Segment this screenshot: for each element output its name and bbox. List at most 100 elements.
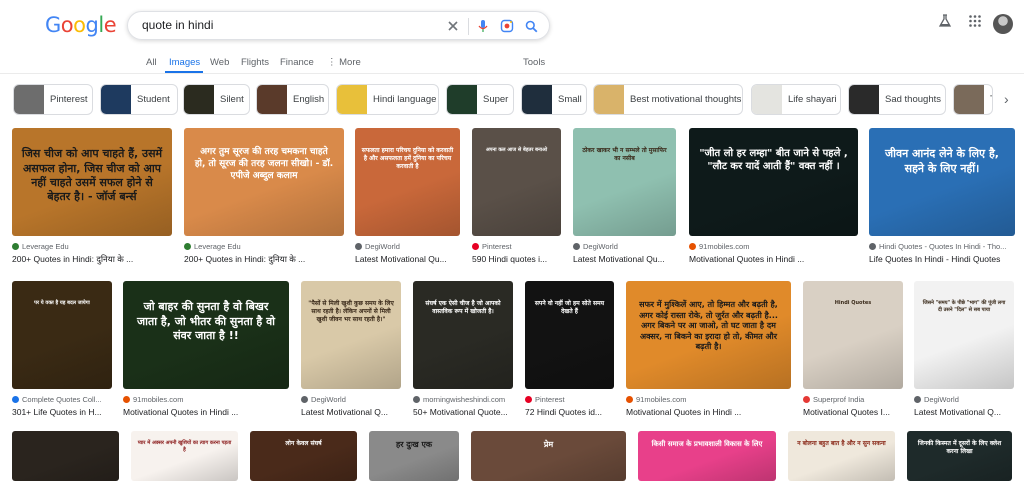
filter-chip[interactable]: Best motivational thoughts bbox=[593, 84, 743, 115]
result-source[interactable]: Superprof India bbox=[803, 395, 903, 404]
result-title[interactable]: 301+ Life Quotes in H... bbox=[12, 407, 112, 417]
image-result[interactable]: सपने वो नहीं जो हम सोते समय देखते हैं bbox=[525, 281, 614, 389]
filter-chip[interactable]: Sad thoughts bbox=[848, 84, 946, 115]
result-title[interactable]: Latest Motivational Q... bbox=[301, 407, 401, 417]
result-source[interactable]: Pinterest bbox=[472, 242, 561, 251]
logo-letter: g bbox=[85, 13, 99, 37]
result-source[interactable]: DegiWorld bbox=[355, 242, 460, 251]
image-result[interactable]: न बोलना बहुत बात है और न सुन सकना bbox=[788, 431, 895, 481]
site-favicon-icon bbox=[123, 396, 130, 403]
google-logo[interactable]: Google bbox=[45, 13, 117, 37]
site-favicon-icon bbox=[914, 396, 921, 403]
image-result[interactable]: सफलता हमारा परिचय दुनिया को करवाती है और… bbox=[355, 128, 460, 236]
chip-label: English bbox=[293, 94, 325, 105]
result-source[interactable]: Hindi Quotes - Quotes In Hindi - Tho... bbox=[869, 242, 1015, 251]
result-source[interactable]: 91mobiles.com bbox=[123, 395, 289, 404]
image-result[interactable]: अगर तुम सूरज की तरह चमकना चाहते हो, तो स… bbox=[184, 128, 344, 236]
result-title[interactable]: Life Quotes In Hindi - Hindi Quotes bbox=[869, 254, 1015, 264]
image-result[interactable]: जिसने "समय" के पीछे "भाग" की पूंजी लगा द… bbox=[914, 281, 1014, 389]
image-result[interactable]: जो बाहर की सुनता है वो बिखर जाता है, जो … bbox=[123, 281, 289, 389]
search-input[interactable]: quote in hindi bbox=[142, 18, 213, 32]
result-title[interactable]: Motivational Quotes I... bbox=[803, 407, 903, 417]
site-favicon-icon bbox=[803, 396, 810, 403]
result-title[interactable]: 50+ Motivational Quote... bbox=[413, 407, 513, 417]
microphone-icon[interactable] bbox=[474, 17, 492, 35]
filter-chip[interactable]: Student bbox=[100, 84, 178, 115]
result-source[interactable]: 91mobiles.com bbox=[626, 395, 791, 404]
clear-icon[interactable] bbox=[444, 17, 462, 35]
account-avatar[interactable] bbox=[993, 14, 1013, 34]
source-name: Superprof India bbox=[813, 395, 865, 404]
search-icon[interactable] bbox=[522, 17, 540, 35]
tab-images[interactable]: Images bbox=[169, 57, 200, 68]
result-title[interactable]: Latest Motivational Qu... bbox=[355, 254, 460, 264]
result-source[interactable]: DegiWorld bbox=[914, 395, 1014, 404]
tab-flights[interactable]: Flights bbox=[241, 57, 269, 68]
image-result[interactable]: हर दुःख एक bbox=[369, 431, 459, 481]
filter-chip[interactable]: Pinterest bbox=[13, 84, 93, 115]
result-title[interactable]: Motivational Quotes in Hindi ... bbox=[689, 254, 858, 264]
lens-icon[interactable] bbox=[498, 17, 516, 35]
image-result[interactable]: "पैसों से मिली खुशी कुछ समय के लिए साथ र… bbox=[301, 281, 401, 389]
result-title[interactable]: Motivational Quotes in Hindi ... bbox=[123, 407, 289, 417]
result-source[interactable]: morningwisheshindi.com bbox=[413, 395, 513, 404]
image-result[interactable]: किसी समाज के प्रभावशाली विकास के लिए bbox=[638, 431, 776, 481]
image-result[interactable]: Hindi Quotes bbox=[803, 281, 903, 389]
image-result[interactable]: अपना कल आज से बेहतर बनाओ bbox=[472, 128, 561, 236]
site-favicon-icon bbox=[525, 396, 532, 403]
tab-all[interactable]: All bbox=[146, 57, 157, 68]
tab-web[interactable]: Web bbox=[210, 57, 229, 68]
image-result[interactable] bbox=[12, 431, 119, 481]
chevron-right-icon[interactable]: › bbox=[1004, 91, 1022, 109]
image-result[interactable]: जीवन आनंद लेने के लिए है, सहने के लिए नह… bbox=[869, 128, 1015, 236]
filter-chip[interactable]: Silent bbox=[183, 84, 250, 115]
image-quote-text: सफलता हमारा परिचय दुनिया को करवाती है और… bbox=[361, 147, 454, 171]
result-source[interactable]: Complete Quotes Coll... bbox=[12, 395, 112, 404]
image-result[interactable]: लोग केवल संघर्ष bbox=[250, 431, 357, 481]
image-quote-text: न बोलना बहुत बात है और न सुन सकना bbox=[797, 440, 886, 447]
result-title[interactable]: Latest Motivational Q... bbox=[914, 407, 1014, 417]
result-title[interactable]: 72 Hindi Quotes id... bbox=[525, 407, 614, 417]
top-bar: Google quote in hindi bbox=[0, 0, 1024, 52]
filter-chip[interactable]: Super bbox=[446, 84, 514, 115]
image-result[interactable]: सफर में मुश्किलें आए, तो हिम्मत और बढ़ती… bbox=[626, 281, 791, 389]
tab-more[interactable]: ⋮ More bbox=[327, 57, 361, 68]
result-title[interactable]: Motivational Quotes in Hindi ... bbox=[626, 407, 791, 417]
image-quote-text: हर दुःख एक bbox=[395, 440, 433, 449]
filter-chip[interactable]: Life shayari bbox=[751, 84, 841, 115]
image-result[interactable]: पर ये वक्त है यह बदल जायेगा bbox=[12, 281, 112, 389]
result-source[interactable]: Pinterest bbox=[525, 395, 614, 404]
tools-button[interactable]: Tools bbox=[523, 57, 545, 68]
filter-chip[interactable]: Tru bbox=[953, 84, 993, 115]
result-title[interactable]: Latest Motivational Qu... bbox=[573, 254, 676, 264]
result-title[interactable]: 590 Hindi quotes i... bbox=[472, 254, 561, 264]
image-result[interactable]: जिस चीज को आप चाहते हैं, उसमें असफल होना… bbox=[12, 128, 172, 236]
image-result[interactable]: ठोकर खाकर भी न सम्भले तो मुसाफिर का नसीब bbox=[573, 128, 676, 236]
chip-thumbnail bbox=[101, 85, 131, 114]
site-favicon-icon bbox=[12, 396, 19, 403]
filter-chip[interactable]: Hindi language bbox=[336, 84, 439, 115]
result-source[interactable]: DegiWorld bbox=[573, 242, 676, 251]
search-box[interactable]: quote in hindi bbox=[127, 11, 550, 40]
apps-grid-icon[interactable] bbox=[968, 14, 982, 33]
chip-label: Pinterest bbox=[50, 94, 88, 105]
image-result[interactable]: प्यार में अक्सर अपनी खुशियों का त्याग कर… bbox=[131, 431, 238, 481]
result-title[interactable]: 200+ Quotes in Hindi: दुनिया के ... bbox=[12, 254, 172, 265]
source-name: morningwisheshindi.com bbox=[423, 395, 506, 404]
result-source[interactable]: DegiWorld bbox=[301, 395, 401, 404]
image-quote-text: जिस चीज को आप चाहते हैं, उसमें असफल होना… bbox=[21, 147, 163, 204]
filter-chip[interactable]: Small bbox=[521, 84, 587, 115]
source-name: Leverage Edu bbox=[22, 242, 69, 251]
result-source[interactable]: Leverage Edu bbox=[12, 242, 172, 251]
tab-finance[interactable]: Finance bbox=[280, 57, 314, 68]
result-source[interactable]: Leverage Edu bbox=[184, 242, 344, 251]
image-result[interactable]: जिनकी किस्मत में दूसरों के लिए क्लेश करन… bbox=[907, 431, 1012, 481]
image-result[interactable]: संघर्ष एक ऐसी चीज है जो आपको वास्तविक रू… bbox=[413, 281, 513, 389]
image-quote-text: "पैसों से मिली खुशी कुछ समय के लिए साथ र… bbox=[308, 300, 394, 324]
filter-chip[interactable]: English bbox=[256, 84, 329, 115]
labs-icon[interactable] bbox=[938, 14, 952, 33]
image-result[interactable]: प्रेम bbox=[471, 431, 626, 481]
result-title[interactable]: 200+ Quotes in Hindi: दुनिया के ... bbox=[184, 254, 344, 265]
result-source[interactable]: 91mobiles.com bbox=[689, 242, 858, 251]
image-result[interactable]: "जीत लो हर लम्हा" बीत जाने से पहले , "लौ… bbox=[689, 128, 858, 236]
